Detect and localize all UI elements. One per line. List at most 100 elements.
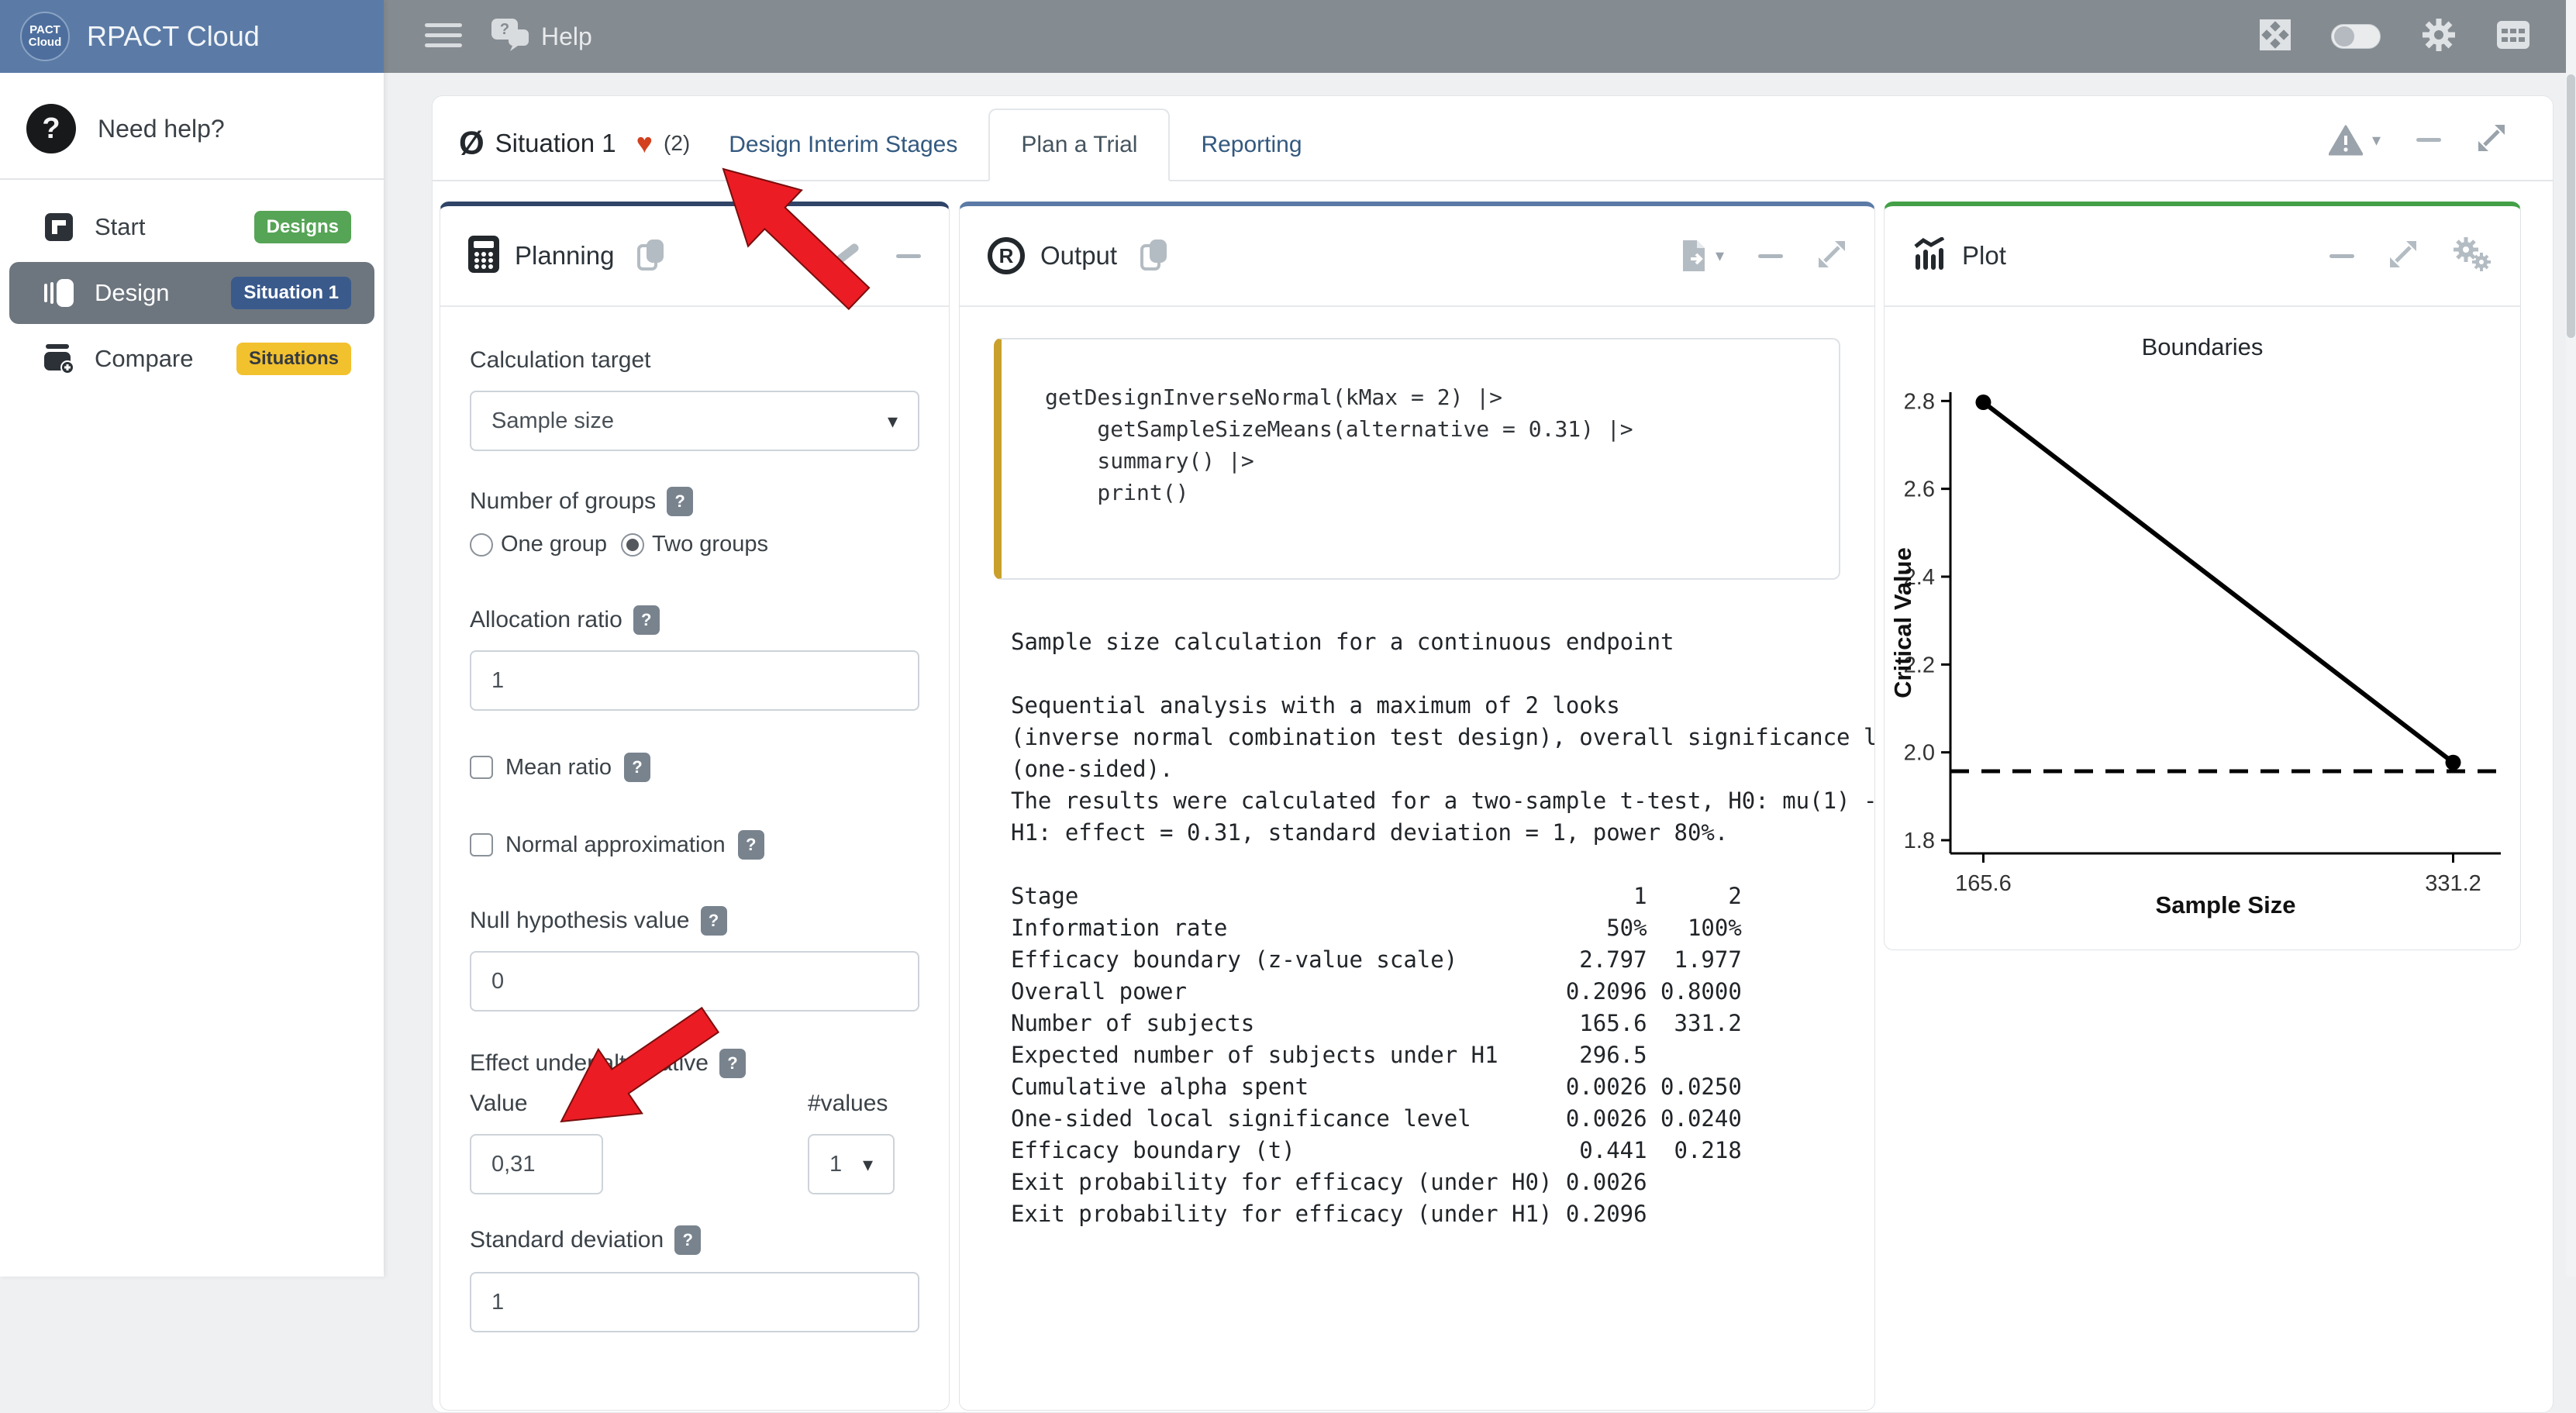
brightness-settings-icon[interactable] <box>2421 17 2457 57</box>
collapse-card-icon[interactable] <box>2416 138 2441 142</box>
collapse-output-icon[interactable] <box>1758 254 1783 258</box>
tab-design-interim-stages[interactable]: Design Interim Stages <box>698 110 988 180</box>
chart-title: Boundaries <box>1885 333 2520 361</box>
output-summary-text: Sample size calculation for a continuous… <box>1011 626 1874 849</box>
sidebar-header: PACT Cloud RPACT Cloud <box>0 0 384 73</box>
plot-title: Plot <box>1962 241 2006 271</box>
output-title: Output <box>1040 241 1117 271</box>
collapse-plot-icon[interactable] <box>2329 254 2354 258</box>
tab-reporting[interactable]: Reporting <box>1170 110 1333 180</box>
scrollbar-thumb[interactable] <box>2567 74 2575 338</box>
favorites-count: (2) <box>664 131 690 156</box>
need-help-link[interactable]: ? Need help? <box>26 104 384 153</box>
calculation-target-label: Calculation target <box>470 347 919 374</box>
effect-value-input[interactable] <box>470 1134 603 1194</box>
help-icon[interactable]: ? <box>633 605 660 635</box>
svg-text:2.0: 2.0 <box>1904 741 1935 766</box>
page-scrollbar <box>2566 0 2576 1277</box>
sidebar-divider <box>0 178 384 180</box>
app-title: RPACT Cloud <box>87 20 260 53</box>
one-group-radio[interactable]: One group <box>470 532 607 557</box>
boundaries-chart: 1.82.02.22.42.62.8165.6331.2Sample SizeC… <box>1892 361 2512 927</box>
normal-approximation-checkbox[interactable]: Normal approximation ? <box>470 830 919 860</box>
caret-down-icon: ▾ <box>888 409 898 433</box>
warning-triangle-icon <box>2329 125 2363 156</box>
situation-header: Ø Situation 1 ♥ (2) <box>448 127 698 180</box>
app-logo[interactable]: PACT Cloud <box>20 12 70 61</box>
copy-icon[interactable] <box>1140 238 1168 274</box>
export-dropdown[interactable]: ▾ <box>1681 239 1724 273</box>
sidebar-item-design[interactable]: Design Situation 1 <box>9 262 374 324</box>
planning-title: Planning <box>515 241 614 271</box>
value-label: Value <box>470 1091 808 1117</box>
help-menu[interactable]: ? Help <box>490 17 592 57</box>
main-content-card: Ø Situation 1 ♥ (2) Design Interim Stage… <box>432 95 2554 1413</box>
empty-set-icon: Ø <box>459 127 485 160</box>
tab-plan-a-trial[interactable]: Plan a Trial <box>988 109 1170 181</box>
null-hypothesis-label: Null hypothesis value ? <box>470 906 919 936</box>
r-code: getDesignInverseNormal(kMax = 2) |> getS… <box>1045 381 1823 508</box>
two-groups-radio[interactable]: Two groups <box>621 532 768 557</box>
help-icon[interactable]: ? <box>667 487 693 516</box>
expand-card-icon[interactable] <box>2477 123 2506 157</box>
svg-text:?: ? <box>500 21 509 38</box>
heart-favorites-icon[interactable]: ♥ <box>636 129 653 157</box>
tab-bar: Ø Situation 1 ♥ (2) Design Interim Stage… <box>433 96 2553 181</box>
collapse-planning-icon[interactable] <box>896 254 921 258</box>
fullscreen-icon[interactable] <box>2260 19 2291 54</box>
r-code-block: getDesignInverseNormal(kMax = 2) |> getS… <box>994 338 1840 580</box>
compare-icon <box>43 344 74 374</box>
caret-down-icon: ▾ <box>1716 246 1724 266</box>
question-mark-icon: ? <box>26 104 76 153</box>
calculation-target-select[interactable]: Sample size ▾ <box>470 391 919 451</box>
help-icon[interactable]: ? <box>738 830 764 860</box>
standard-deviation-label: Standard deviation ? <box>470 1225 919 1255</box>
standard-deviation-input[interactable] <box>470 1272 919 1332</box>
effect-under-alternative-label: Effect under alternative ? <box>470 1049 919 1078</box>
calculator-icon <box>468 236 499 277</box>
num-values-select[interactable]: 1 ▾ <box>808 1134 895 1194</box>
expand-output-icon[interactable] <box>1817 240 1847 273</box>
help-icon[interactable]: ? <box>719 1049 746 1078</box>
planning-panel: Planning Calculation target Sample size … <box>440 202 950 1411</box>
start-icon <box>43 213 74 241</box>
hamburger-menu-icon[interactable] <box>425 23 462 51</box>
svg-text:1.8: 1.8 <box>1904 829 1935 853</box>
expand-plot-icon[interactable] <box>2388 240 2418 273</box>
help-icon[interactable]: ? <box>701 906 727 936</box>
sidebar-item-label: Start <box>95 213 145 241</box>
dark-mode-toggle[interactable] <box>2331 24 2381 49</box>
null-hypothesis-input[interactable] <box>470 951 919 1012</box>
situations-badge: Situations <box>236 343 351 375</box>
sidebar-item-label: Design <box>95 279 170 307</box>
design-icon <box>43 279 74 307</box>
sidebar-item-compare[interactable]: Compare Situations <box>9 332 374 386</box>
svg-text:Sample Size: Sample Size <box>2156 891 2296 918</box>
wrench-icon[interactable] <box>829 238 862 274</box>
designs-badge: Designs <box>254 211 351 243</box>
number-of-groups-label: Number of groups ? <box>470 487 919 516</box>
allocation-ratio-label: Allocation ratio ? <box>470 605 919 635</box>
help-icon[interactable]: ? <box>624 753 650 782</box>
svg-text:2.6: 2.6 <box>1904 477 1935 502</box>
mean-ratio-checkbox[interactable]: Mean ratio ? <box>470 753 919 782</box>
output-panel: R Output ▾ getDesignInverseNormal(kMax =… <box>959 202 1875 1411</box>
top-navbar: ? Help <box>0 0 2576 73</box>
need-help-label: Need help? <box>98 115 225 143</box>
num-values-label: #values <box>808 1091 895 1117</box>
help-icon[interactable]: ? <box>674 1225 701 1255</box>
svg-text:331.2: 331.2 <box>2425 871 2481 896</box>
warnings-dropdown[interactable]: ▾ <box>2329 125 2381 156</box>
allocation-ratio-input[interactable] <box>470 650 919 711</box>
copy-icon[interactable] <box>637 238 665 274</box>
plot-settings-gears-icon[interactable] <box>2452 236 2492 277</box>
help-chat-icon: ? <box>490 17 530 57</box>
sidebar-item-label: Compare <box>95 345 194 373</box>
caret-down-icon: ▾ <box>2372 130 2381 150</box>
situation-badge: Situation 1 <box>231 277 351 309</box>
sidebar-item-start[interactable]: Start Designs <box>9 200 374 254</box>
file-export-icon <box>1681 239 1708 273</box>
grid-apps-icon[interactable] <box>2497 21 2529 53</box>
svg-text:165.6: 165.6 <box>1955 871 2012 896</box>
situation-title: Situation 1 <box>495 129 616 158</box>
